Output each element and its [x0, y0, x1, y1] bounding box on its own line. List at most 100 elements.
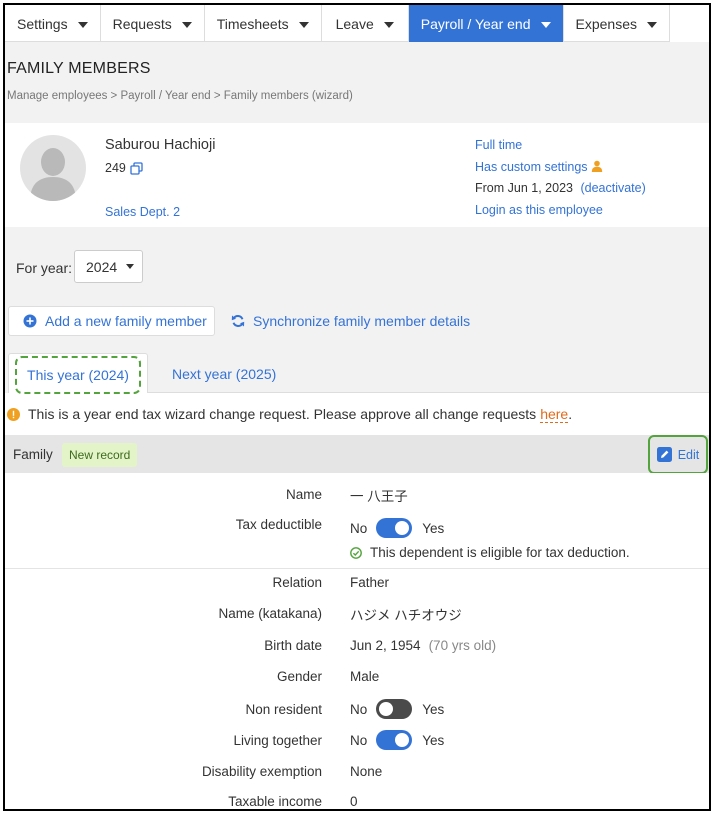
- chevron-down-icon: [646, 21, 657, 28]
- custom-settings-link[interactable]: Has custom settings: [475, 160, 588, 174]
- tab-this-year[interactable]: This year (2024): [8, 353, 148, 394]
- app-frame: Settings Requests Timesheets Leave Payro…: [3, 3, 711, 811]
- toggle-knob: [395, 521, 410, 535]
- field-tax-deductible: Tax deductible No Yes: [5, 517, 709, 539]
- nav-leave[interactable]: Leave: [322, 5, 409, 42]
- department-link[interactable]: Sales Dept. 2: [105, 205, 180, 219]
- nav-leave-label: Leave: [335, 15, 374, 32]
- nav-settings[interactable]: Settings: [5, 5, 101, 42]
- birth-date-value: Jun 2, 1954: [350, 638, 421, 653]
- toggle-knob: [395, 733, 410, 747]
- field-relation-label: Relation: [272, 575, 322, 590]
- field-tax-deductible-label: Tax deductible: [235, 516, 322, 532]
- toggle-yes-label: Yes: [422, 701, 445, 717]
- toggle-no-label: No: [350, 701, 368, 717]
- notice-text: This is a year end tax wizard change req…: [28, 406, 537, 422]
- person-icon: [591, 160, 602, 172]
- copy-icon[interactable]: [130, 161, 143, 175]
- sync-icon: [231, 315, 245, 327]
- non-resident-toggle[interactable]: [376, 699, 413, 719]
- nav-payroll-label: Payroll / Year end: [420, 15, 531, 32]
- year-select-value: 2024: [86, 258, 118, 275]
- edit-label: Edit: [677, 447, 700, 462]
- chevron-down-icon: [540, 21, 551, 28]
- employee-info: Full time Has custom settings From Jun 1…: [475, 135, 646, 221]
- field-living-together-label: Living together: [233, 732, 322, 748]
- field-taxable-income-value: 0: [350, 794, 358, 809]
- field-disability: Disability exemption None: [5, 764, 709, 779]
- breadcrumb: Manage employees > Payroll / Year end > …: [7, 90, 353, 102]
- top-nav: Settings Requests Timesheets Leave Payro…: [5, 5, 670, 42]
- nav-payroll-year-end[interactable]: Payroll / Year end: [408, 5, 564, 42]
- field-gender: Gender Male: [5, 669, 709, 684]
- nav-timesheets[interactable]: Timesheets: [205, 5, 322, 42]
- chevron-down-icon: [383, 21, 394, 28]
- field-gender-label: Gender: [276, 669, 322, 684]
- nav-timesheets-label: Timesheets: [216, 15, 289, 32]
- pencil-icon: [656, 447, 672, 462]
- field-name-label: Name: [285, 487, 322, 502]
- add-family-member-button[interactable]: Add a new family member: [8, 306, 215, 336]
- tabs-divider: [148, 392, 709, 393]
- toggle-knob: [379, 702, 394, 716]
- nav-requests[interactable]: Requests: [101, 5, 205, 42]
- add-family-member-label: Add a new family member: [45, 313, 207, 329]
- field-taxable-income: Taxable income 0: [5, 794, 709, 809]
- chevron-down-icon: [126, 264, 135, 269]
- page-title: FAMILY MEMBERS: [7, 60, 151, 77]
- field-relation: Relation Father: [5, 575, 709, 590]
- tab-next-year[interactable]: Next year (2025): [172, 366, 276, 382]
- non-resident-toggle-group: No Yes: [350, 699, 444, 719]
- chevron-down-icon: [298, 21, 309, 28]
- field-birth-date-label: Birth date: [264, 638, 322, 653]
- chevron-down-icon: [181, 21, 192, 28]
- field-living-together: Living together No Yes: [5, 729, 709, 751]
- nav-expenses[interactable]: Expenses: [564, 5, 670, 42]
- field-non-resident-label: Non resident: [245, 701, 322, 717]
- field-name-katakana-label: Name (katakana): [218, 606, 322, 621]
- field-name: Name 一 八王子: [5, 487, 709, 504]
- nav-settings-label: Settings: [17, 15, 68, 32]
- tab-this-year-label: This year (2024): [15, 356, 141, 394]
- living-together-toggle[interactable]: [376, 730, 413, 750]
- family-section-header: Family New record Edit: [5, 435, 709, 474]
- field-birth-date-value: Jun 2, 1954 (70 yrs old): [350, 638, 496, 653]
- page-header: FAMILY MEMBERS Manage employees > Payrol…: [5, 42, 709, 123]
- living-together-toggle-group: No Yes: [350, 730, 444, 750]
- field-name-value: 一 八王子: [350, 488, 408, 504]
- eligibility-note: This dependent is eligible for tax deduc…: [350, 545, 630, 560]
- nav-requests-label: Requests: [112, 15, 172, 32]
- family-section-label: Family: [13, 447, 53, 462]
- employee-id: 249: [105, 161, 143, 175]
- check-circle-icon: [350, 546, 362, 559]
- field-name-katakana-value: ハジメ ハチオウジ: [350, 607, 462, 623]
- family-member-details: Name 一 八王子 Tax deductible No Yes This de…: [5, 473, 709, 809]
- nav-expenses-label: Expenses: [575, 15, 637, 32]
- section-divider: [5, 568, 709, 569]
- chevron-down-icon: [77, 21, 88, 28]
- eligibility-text: This dependent is eligible for tax deduc…: [370, 545, 630, 560]
- notice-period: .: [568, 406, 573, 422]
- sync-family-button[interactable]: Synchronize family member details: [231, 306, 470, 336]
- field-name-katakana: Name (katakana) ハジメ ハチオウジ: [5, 606, 709, 623]
- sync-family-label: Synchronize family member details: [253, 313, 471, 329]
- year-select[interactable]: 2024: [74, 250, 143, 283]
- deactivate-link[interactable]: (deactivate): [580, 181, 645, 195]
- toggle-no-label: No: [350, 520, 368, 536]
- employment-type-link[interactable]: Full time: [475, 138, 522, 152]
- approve-requests-link[interactable]: here: [540, 406, 569, 423]
- login-as-employee-link[interactable]: Login as this employee: [475, 203, 603, 217]
- field-taxable-income-label: Taxable income: [228, 794, 322, 809]
- edit-button[interactable]: Edit: [648, 435, 708, 474]
- employee-from-date: From Jun 1, 2023: [475, 181, 573, 195]
- tax-deductible-toggle[interactable]: [376, 518, 413, 538]
- status-badge: New record: [62, 443, 138, 467]
- change-request-notice: This is a year end tax wizard change req…: [5, 403, 709, 425]
- year-label: For year:: [16, 260, 73, 276]
- avatar: [20, 135, 86, 201]
- field-relation-value: Father: [350, 575, 390, 590]
- age-value: (70 yrs old): [428, 638, 497, 653]
- field-gender-value: Male: [350, 669, 380, 684]
- toggle-yes-label: Yes: [422, 520, 445, 536]
- employee-id-value: 249: [105, 161, 126, 175]
